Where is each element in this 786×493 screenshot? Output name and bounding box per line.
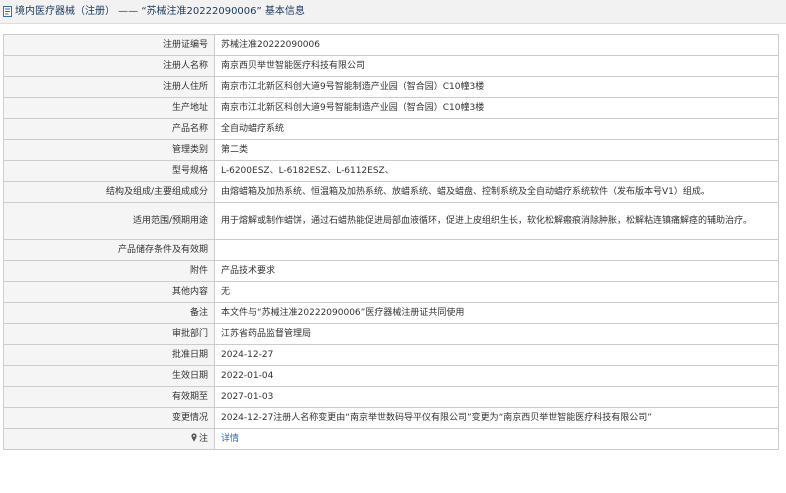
table-row: 注 详情: [3, 428, 779, 450]
row-value: [214, 239, 779, 261]
row-value: 用于熔解或制作蜡饼，通过石蜡热能促进局部血液循环，促进上皮组织生长，软化松解瘢痕…: [214, 202, 779, 240]
table-row: 附件 产品技术要求: [3, 260, 779, 282]
row-value: 2024-12-27: [214, 344, 779, 366]
row-value: 由熔蜡箱及加热系统、恒温箱及加热系统、放蜡系统、蜡及蜡盘、控制系统及全自动蜡疗系…: [214, 181, 779, 203]
row-label: 管理类别: [3, 139, 215, 161]
row-label: 适用范围/预期用途: [3, 202, 215, 240]
row-value: 南京市江北新区科创大道9号智能制造产业园（智合园）C10幢3楼: [214, 97, 779, 119]
row-value: L-6200ESZ、L-6182ESZ、L-6112ESZ、: [214, 160, 779, 182]
info-table: 注册证编号 苏械注准20222090006 注册人名称 南京西贝举世智能医疗科技…: [3, 34, 779, 450]
table-row: 注册证编号 苏械注准20222090006: [3, 34, 779, 56]
page-header: 境内医疗器械（注册） —— “苏械注准20222090006” 基本信息: [0, 0, 786, 24]
table-row: 产品名称 全自动蜡疗系统: [3, 118, 779, 140]
row-value: 江苏省药品监督管理局: [214, 323, 779, 345]
row-label: 审批部门: [3, 323, 215, 345]
row-label: 注册证编号: [3, 34, 215, 56]
pin-icon: [191, 432, 197, 442]
row-label: 产品储存条件及有效期: [3, 239, 215, 261]
row-label: 其他内容: [3, 281, 215, 303]
row-label: 注册人名称: [3, 55, 215, 77]
row-label: 变更情况: [3, 407, 215, 429]
row-value: 苏械注准20222090006: [214, 34, 779, 56]
row-label: 结构及组成/主要组成成分: [3, 181, 215, 203]
row-value: 南京西贝举世智能医疗科技有限公司: [214, 55, 779, 77]
table-row: 管理类别 第二类: [3, 139, 779, 161]
table-row: 注册人住所 南京市江北新区科创大道9号智能制造产业园（智合园）C10幢3楼: [3, 76, 779, 98]
note-row-label: 注: [3, 428, 215, 450]
table-row: 其他内容 无: [3, 281, 779, 303]
table-row: 生效日期 2022-01-04: [3, 365, 779, 387]
row-label: 批准日期: [3, 344, 215, 366]
row-label: 产品名称: [3, 118, 215, 140]
document-icon: [3, 6, 12, 17]
page-title: 境内医疗器械（注册） —— “苏械注准20222090006” 基本信息: [15, 6, 305, 17]
row-label: 生效日期: [3, 365, 215, 387]
table-row: 结构及组成/主要组成成分 由熔蜡箱及加热系统、恒温箱及加热系统、放蜡系统、蜡及蜡…: [3, 181, 779, 203]
note-label-text: 注: [198, 433, 208, 444]
details-link[interactable]: 详情: [221, 434, 239, 444]
row-label: 备注: [3, 302, 215, 324]
row-value: 2022-01-04: [214, 365, 779, 387]
row-label: 附件: [3, 260, 215, 282]
table-row: 生产地址 南京市江北新区科创大道9号智能制造产业园（智合园）C10幢3楼: [3, 97, 779, 119]
table-row: 产品储存条件及有效期: [3, 239, 779, 261]
row-value: 全自动蜡疗系统: [214, 118, 779, 140]
table-row: 注册人名称 南京西贝举世智能医疗科技有限公司: [3, 55, 779, 77]
row-label: 生产地址: [3, 97, 215, 119]
table-row: 批准日期 2024-12-27: [3, 344, 779, 366]
row-value: 第二类: [214, 139, 779, 161]
row-value: 南京市江北新区科创大道9号智能制造产业园（智合园）C10幢3楼: [214, 76, 779, 98]
table-row: 有效期至 2027-01-03: [3, 386, 779, 408]
table-row: 变更情况 2024-12-27注册人名称变更由“南京举世数码导平仪有限公司”变更…: [3, 407, 779, 429]
row-value: 2024-12-27注册人名称变更由“南京举世数码导平仪有限公司”变更为“南京西…: [214, 407, 779, 429]
table-row: 适用范围/预期用途 用于熔解或制作蜡饼，通过石蜡热能促进局部血液循环，促进上皮组…: [3, 202, 779, 240]
table-row: 型号规格 L-6200ESZ、L-6182ESZ、L-6112ESZ、: [3, 160, 779, 182]
row-label: 有效期至: [3, 386, 215, 408]
row-label: 型号规格: [3, 160, 215, 182]
row-label: 注册人住所: [3, 76, 215, 98]
row-value: 本文件与“苏械注准20222090006”医疗器械注册证共同使用: [214, 302, 779, 324]
row-value: 2027-01-03: [214, 386, 779, 408]
table-row: 备注 本文件与“苏械注准20222090006”医疗器械注册证共同使用: [3, 302, 779, 324]
row-value: 无: [214, 281, 779, 303]
row-value: 产品技术要求: [214, 260, 779, 282]
note-row-value: 详情: [214, 428, 779, 450]
table-row: 审批部门 江苏省药品监督管理局: [3, 323, 779, 345]
